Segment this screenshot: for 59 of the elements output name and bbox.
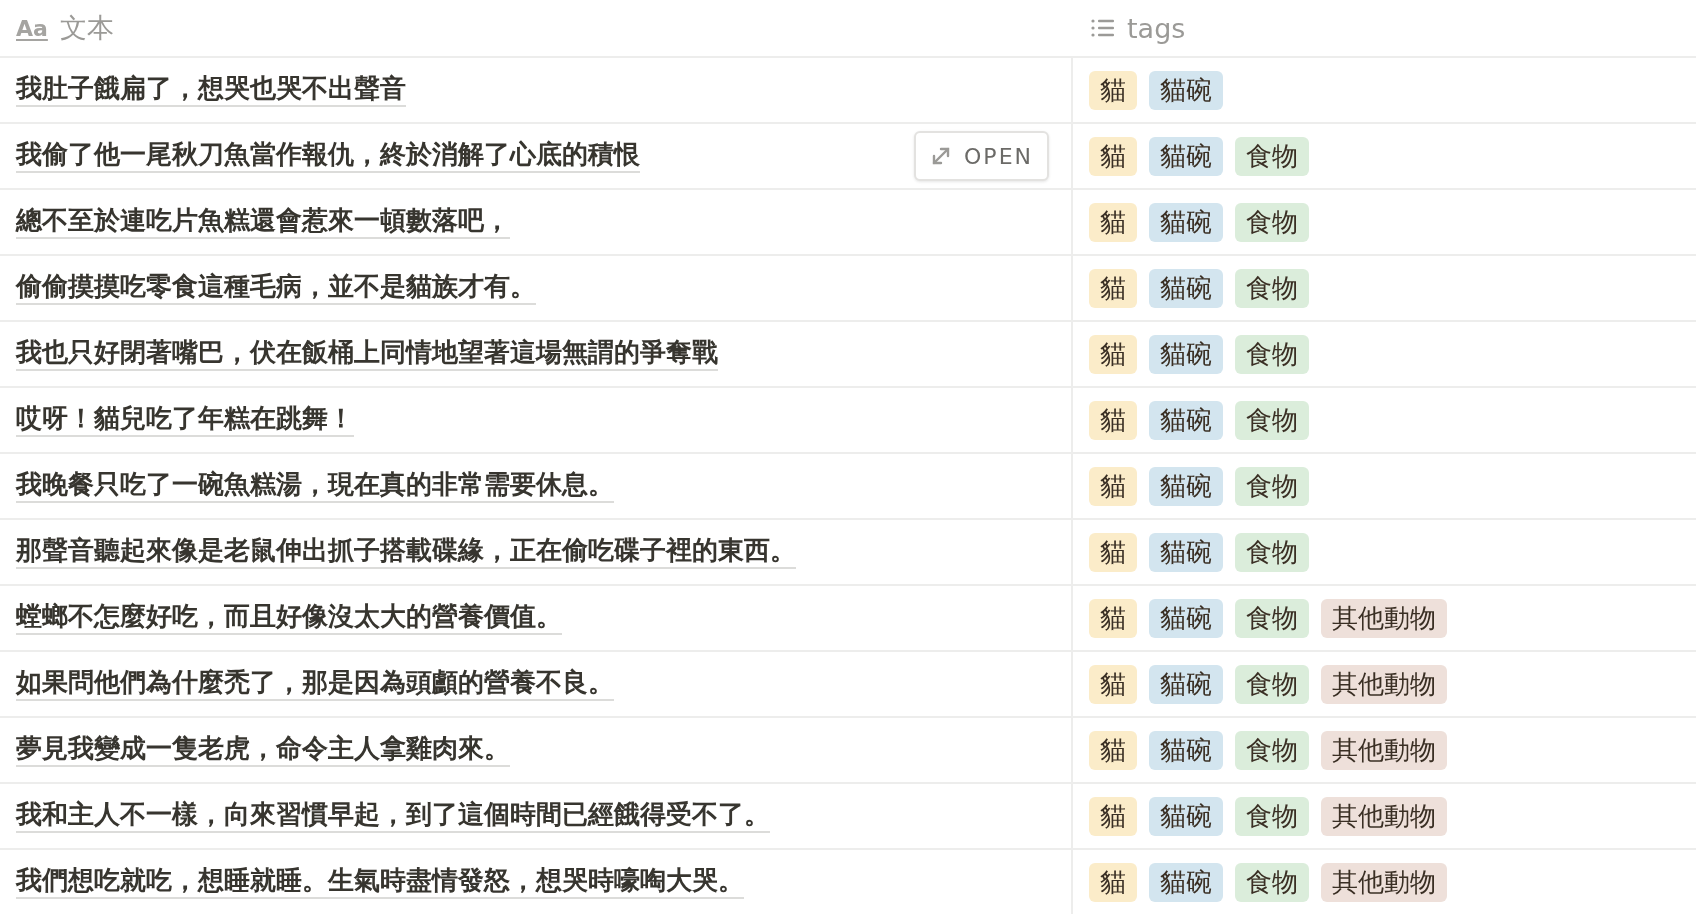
tag: 貓碗	[1149, 466, 1223, 506]
tag: 食物	[1235, 664, 1309, 704]
tag: 貓	[1089, 334, 1137, 374]
tag: 食物	[1235, 730, 1309, 770]
tag: 其他動物	[1321, 862, 1447, 902]
row-title[interactable]: 偷偷摸摸吃零食這種毛病，並不是貓族才有。	[16, 271, 536, 305]
row-title[interactable]: 夢見我變成一隻老虎，命令主人拿雞肉來。	[16, 733, 510, 767]
tag: 貓	[1089, 466, 1137, 506]
row-title[interactable]: 我們想吃就吃，想睡就睡。生氣時盡情發怒，想哭時嚎啕大哭。	[16, 865, 744, 899]
tag: 食物	[1235, 862, 1309, 902]
tag: 食物	[1235, 796, 1309, 836]
tag: 貓	[1089, 400, 1137, 440]
row-title[interactable]: 我偷了他一尾秋刀魚當作報仇，終於消解了心底的積恨	[16, 139, 640, 173]
row-title[interactable]: 總不至於連吃片魚糕還會惹來一頓數落吧，	[16, 205, 510, 239]
tag: 其他動物	[1321, 598, 1447, 638]
tag: 其他動物	[1321, 796, 1447, 836]
row-title[interactable]: 如果問他們為什麼禿了，那是因為頭顱的營養不良。	[16, 667, 614, 701]
text-type-icon: Aa	[16, 15, 48, 41]
tag: 其他動物	[1321, 730, 1447, 770]
tag: 食物	[1235, 400, 1309, 440]
tag: 食物	[1235, 466, 1309, 506]
row-title[interactable]: 我和主人不一樣，向來習慣早起，到了這個時間已經餓得受不了。	[16, 799, 770, 833]
tag: 貓碗	[1149, 268, 1223, 308]
row-title[interactable]: 我也只好閉著嘴巴，伏在飯桶上同情地望著這場無謂的爭奪戰	[16, 337, 718, 371]
tag: 貓碗	[1149, 334, 1223, 374]
tag: 貓	[1089, 730, 1137, 770]
tag: 貓	[1089, 70, 1137, 110]
row-title[interactable]: 那聲音聽起來像是老鼠伸出抓子搭載碟緣，正在偷吃碟子裡的東西。	[16, 535, 796, 569]
tag: 貓	[1089, 664, 1137, 704]
tag: 貓	[1089, 136, 1137, 176]
tag: 貓碗	[1149, 532, 1223, 572]
tag: 貓	[1089, 796, 1137, 836]
tag: 食物	[1235, 334, 1309, 374]
tag: 食物	[1235, 136, 1309, 176]
tag: 貓碗	[1149, 598, 1223, 638]
tag: 貓碗	[1149, 202, 1223, 242]
tag: 貓碗	[1149, 730, 1223, 770]
tag: 貓碗	[1149, 400, 1223, 440]
tag: 貓	[1089, 862, 1137, 902]
tag: 食物	[1235, 268, 1309, 308]
tag: 貓碗	[1149, 796, 1223, 836]
row-title[interactable]: 我肚子餓扁了，想哭也哭不出聲音	[16, 73, 406, 107]
tag: 貓	[1089, 202, 1137, 242]
tag: 食物	[1235, 598, 1309, 638]
row-title[interactable]: 螳螂不怎麼好吃，而且好像沒太大的營養價值。	[16, 601, 562, 635]
tag: 貓碗	[1149, 664, 1223, 704]
open-button[interactable]: OPEN	[914, 131, 1049, 181]
tag: 貓碗	[1149, 136, 1223, 176]
row-title[interactable]: 哎呀！貓兒吃了年糕在跳舞！	[16, 403, 354, 437]
tag: 貓碗	[1149, 70, 1223, 110]
tag: 其他動物	[1321, 664, 1447, 704]
tag: 貓	[1089, 598, 1137, 638]
tag: 貓碗	[1149, 862, 1223, 902]
tag: 貓	[1089, 268, 1137, 308]
row-title[interactable]: 我晚餐只吃了一碗魚糕湯，現在真的非常需要休息。	[16, 469, 614, 503]
tag: 貓	[1089, 532, 1137, 572]
list-icon	[1091, 18, 1115, 38]
tag: 食物	[1235, 202, 1309, 242]
tag: 食物	[1235, 532, 1309, 572]
